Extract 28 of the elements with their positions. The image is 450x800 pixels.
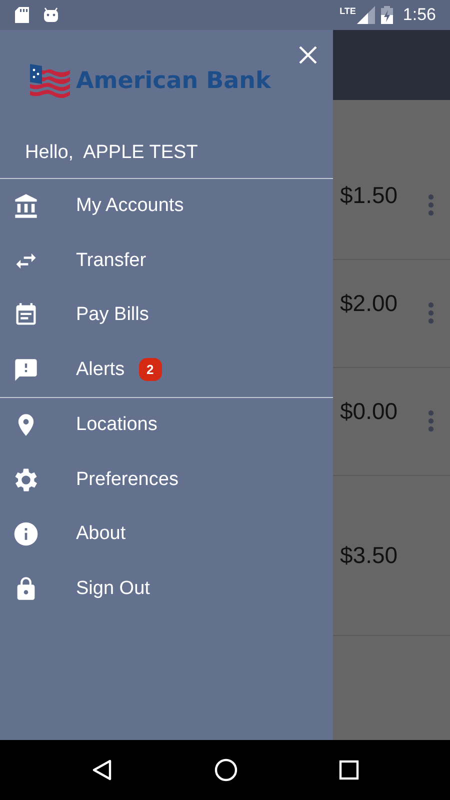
menu-item[interactable]: Pay Bills	[0, 288, 333, 342]
network-label: LTE	[340, 6, 356, 16]
menu-item[interactable]: Locations	[0, 398, 333, 452]
signal-icon	[356, 6, 375, 24]
recents-icon[interactable]	[339, 760, 360, 780]
menu-item[interactable]: Preferences	[0, 452, 333, 507]
amount: $0.00	[340, 398, 398, 425]
home-icon[interactable]	[214, 758, 238, 782]
sd-card-icon	[15, 7, 29, 23]
bank-name: American Bank	[76, 68, 271, 94]
count-badge: 2	[138, 358, 162, 382]
clock: 1:56	[402, 5, 436, 25]
amount: $1.50	[340, 182, 398, 209]
menu-item[interactable]: About	[0, 507, 333, 562]
close-icon[interactable]	[299, 46, 317, 64]
alert-message-icon	[13, 356, 39, 383]
info-icon	[12, 520, 40, 548]
greeting: Hello, APPLE TEST	[24, 141, 199, 165]
menu-item[interactable]: Transfer	[0, 234, 333, 288]
bank-icon	[13, 193, 39, 220]
android-icon	[43, 7, 59, 23]
amount: $3.50	[340, 542, 398, 569]
menu-item[interactable]: My Accounts	[0, 179, 333, 234]
back-icon[interactable]	[90, 759, 113, 781]
menu-item[interactable]: Alerts 2	[0, 342, 333, 397]
menu-item[interactable]: Sign Out	[0, 562, 333, 616]
amount: $2.00	[340, 290, 398, 317]
battery-icon	[380, 6, 393, 24]
